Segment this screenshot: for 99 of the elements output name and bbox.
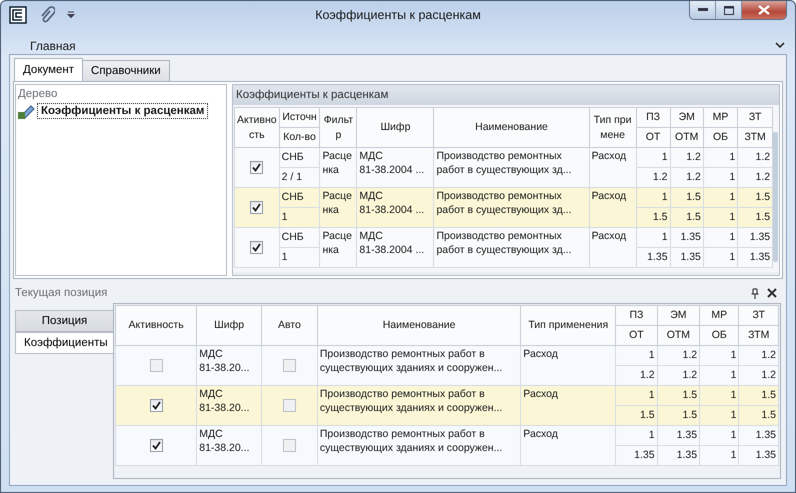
table-cell: СНБ — [279, 188, 320, 208]
checkbox[interactable] — [250, 241, 264, 254]
column-header[interactable]: Наименование — [434, 108, 590, 148]
column-header[interactable]: Тип примене — [589, 108, 636, 148]
column-header[interactable]: Фильтр — [320, 108, 357, 148]
collapse-ribbon-icon[interactable] — [775, 41, 785, 49]
close-button[interactable] — [742, 1, 786, 19]
column-header[interactable]: ЗТ — [738, 108, 773, 128]
table-cell: 1.35 — [657, 446, 700, 466]
column-header[interactable]: Шифр — [356, 108, 434, 148]
checkbox[interactable] — [250, 161, 264, 174]
table-cell: 1 — [616, 346, 658, 366]
checkbox[interactable] — [150, 359, 163, 372]
table-cell: 1.35 — [738, 446, 778, 466]
table-cell: 1 — [616, 426, 658, 446]
table-cell: 1.35 — [657, 426, 700, 446]
table-cell: 1.2 — [670, 148, 704, 168]
checkbox[interactable] — [282, 439, 296, 452]
side-tab[interactable]: Позиция — [15, 310, 113, 332]
column-header[interactable]: Тип применения — [520, 306, 616, 346]
table-cell: 1.35 — [738, 426, 778, 446]
app-logo-icon[interactable] — [9, 6, 27, 24]
table-cell: 1.5 — [738, 386, 778, 406]
table-cell: 1.35 — [670, 228, 704, 248]
dropdown-icon[interactable] — [67, 10, 75, 18]
column-header[interactable]: ЗТ — [738, 306, 778, 326]
paperclip-icon[interactable] — [39, 6, 55, 24]
scrollbar[interactable] — [773, 132, 778, 262]
column-header[interactable]: ЗТМ — [738, 128, 773, 148]
table-cell: 1 — [703, 148, 738, 168]
table-cell: 1 — [636, 148, 670, 168]
table-cell: 1.2 — [738, 346, 778, 366]
document-tab[interactable]: Справочники — [82, 60, 170, 81]
table-cell: 1 — [700, 346, 739, 366]
minimize-button[interactable] — [690, 1, 716, 19]
table-cell: СНБ — [279, 228, 320, 248]
table-cell: 1 — [636, 188, 670, 208]
tree-item[interactable]: Коэффициенты к расценкам — [37, 103, 208, 119]
panel-title: Дерево — [17, 87, 58, 102]
checkbox[interactable] — [150, 439, 163, 452]
panel-title: Текущая позиция — [14, 286, 108, 301]
column-header[interactable]: Активность — [234, 108, 280, 148]
table-cell: СНБ — [279, 148, 320, 168]
table-cell: 1 — [703, 248, 738, 268]
maximize-button[interactable] — [716, 1, 742, 19]
table-cell: МДС 81-38.2004 ... — [356, 228, 434, 268]
column-header[interactable]: ПЗ — [636, 108, 670, 128]
column-header[interactable]: ОТМ — [657, 326, 700, 346]
column-header[interactable]: ЗТМ — [738, 326, 778, 346]
column-header[interactable]: ОБ — [700, 326, 739, 346]
column-header[interactable]: Источн — [279, 108, 320, 128]
table-cell: 1 — [616, 386, 658, 406]
close-icon — [758, 5, 770, 15]
table-cell: 1.2 — [657, 346, 700, 366]
table-cell: 1 — [700, 386, 739, 406]
side-tab[interactable]: Коэффициенты — [15, 332, 113, 354]
column-header[interactable]: ПЗ — [616, 306, 658, 326]
table-cell: 1 — [636, 228, 670, 248]
table-cell: Производство ремонтных работ в существующих зданиях и сооружен... — [317, 426, 521, 466]
column-header[interactable]: ОТ — [636, 128, 670, 148]
pencil-icon — [18, 103, 36, 119]
column-header[interactable]: ОТ — [616, 326, 658, 346]
checkbox[interactable] — [250, 201, 264, 214]
checkbox[interactable] — [282, 359, 296, 372]
panel-title: Коэффициенты к расценкам — [233, 85, 779, 105]
table-cell: 1 — [703, 188, 738, 208]
table-cell: 1.5 — [657, 386, 700, 406]
column-header[interactable]: Авто — [261, 306, 318, 346]
close-icon[interactable] — [767, 288, 777, 298]
minimize-icon — [698, 8, 708, 12]
table-cell: 1.5 — [670, 188, 704, 208]
ribbon-tab[interactable]: Главная — [30, 39, 76, 53]
table-cell: 1 — [700, 446, 739, 466]
table-cell: Производство ремонтных работ в существующих зд... — [434, 228, 590, 268]
column-header[interactable]: Наименование — [317, 306, 521, 346]
table-cell: Расход — [520, 426, 616, 466]
column-header[interactable]: ОБ — [703, 128, 738, 148]
checkbox[interactable] — [150, 399, 163, 412]
column-header[interactable]: МР — [703, 108, 738, 128]
checkbox[interactable] — [282, 399, 296, 412]
column-header[interactable]: ЭМ — [657, 306, 700, 326]
column-header[interactable]: Активность — [116, 306, 197, 346]
table-cell: 1.35 — [636, 248, 670, 268]
table-cell: 1 — [700, 426, 739, 446]
window-title: Коэффициенты к расценкам — [315, 8, 481, 22]
table-cell: 1.35 — [670, 248, 704, 268]
column-header[interactable]: Кол-во — [279, 128, 320, 148]
column-header[interactable]: ЭМ — [670, 108, 704, 128]
column-header[interactable]: МР — [700, 306, 739, 326]
table-cell: Расход — [589, 228, 636, 268]
table-cell: МДС 81-38.20... — [196, 426, 262, 466]
pin-icon[interactable] — [751, 288, 759, 298]
column-header[interactable]: ОТМ — [670, 128, 704, 148]
table-cell: 1 — [703, 228, 738, 248]
column-header[interactable]: Шифр — [196, 306, 262, 346]
document-tab[interactable]: Документ — [14, 58, 84, 81]
table-cell: Расценка — [320, 228, 357, 268]
table-cell: 1.35 — [616, 446, 658, 466]
maximize-icon — [724, 6, 734, 14]
